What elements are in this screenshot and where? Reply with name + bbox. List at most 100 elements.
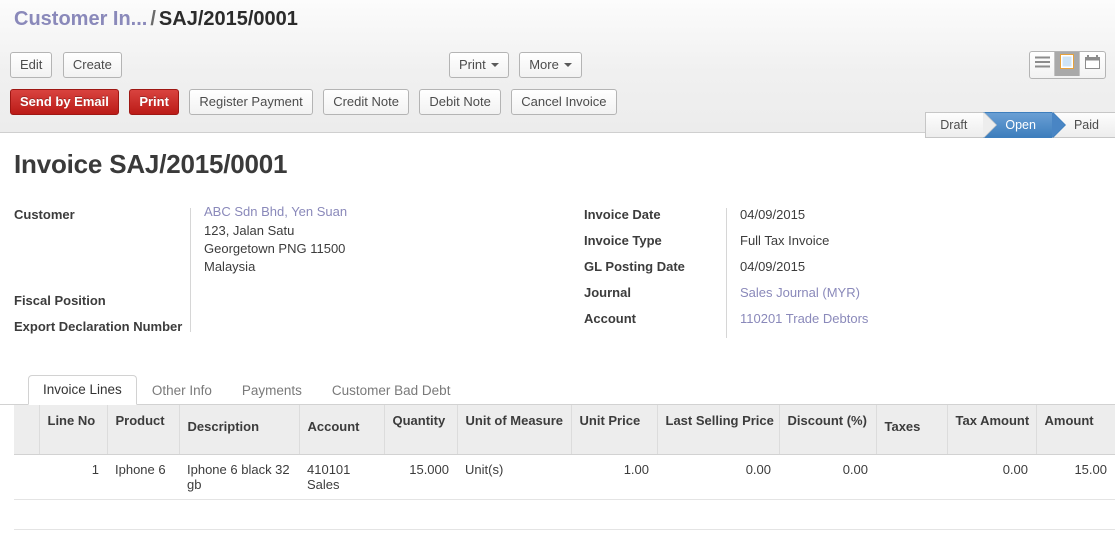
field-label-fiscal-position: Fiscal Position: [14, 288, 190, 314]
invoice-lines-table: Line No Product Description Account Quan…: [14, 405, 1115, 530]
col-header-unit-of-measure[interactable]: Unit of Measure: [457, 405, 571, 455]
table-empty-row[interactable]: [14, 500, 1115, 530]
col-header-handle: [14, 405, 39, 455]
record-sheet: Invoice SAJ/2015/0001 Customer ABC Sdn B…: [0, 133, 1115, 530]
cell-tax-amount: 0.00: [947, 455, 1036, 500]
customer-street: 123, Jalan Satu: [204, 222, 347, 240]
calendar-icon: [1085, 55, 1100, 74]
register-payment-button[interactable]: Register Payment: [189, 89, 312, 115]
field-value-account[interactable]: 110201 Trade Debtors: [726, 306, 868, 332]
print-dropdown-button[interactable]: Print: [449, 52, 509, 78]
field-label-customer: Customer: [14, 202, 190, 228]
cancel-invoice-button[interactable]: Cancel Invoice: [511, 89, 616, 115]
left-column-divider: [190, 208, 191, 332]
col-header-account[interactable]: Account: [299, 405, 384, 455]
col-header-unit-price[interactable]: Unit Price: [571, 405, 657, 455]
field-label-journal: Journal: [570, 280, 726, 306]
cell-description: Iphone 6 black 32 gb: [179, 455, 299, 500]
form-fields-area: Customer ABC Sdn Bhd, Yen Suan 123, Jala…: [0, 180, 1115, 340]
field-fiscal-position: Fiscal Position: [14, 288, 570, 314]
chevron-down-icon: [491, 63, 499, 67]
field-journal: Journal Sales Journal (MYR): [570, 280, 1070, 306]
cell-account: 410101 Sales: [299, 455, 384, 500]
field-label-account: Account: [570, 306, 726, 332]
more-dropdown-label: More: [529, 57, 559, 72]
form-icon: [1060, 54, 1074, 74]
form-view-button[interactable]: [1055, 52, 1080, 76]
field-label-export-declaration-number: Export Declaration Number: [14, 314, 190, 340]
calendar-view-button[interactable]: [1080, 52, 1105, 76]
col-header-product[interactable]: Product: [107, 405, 179, 455]
col-header-discount[interactable]: Discount (%): [779, 405, 876, 455]
col-header-line-no[interactable]: Line No: [39, 405, 107, 455]
table-body: 1 Iphone 6 Iphone 6 black 32 gb 410101 S…: [14, 455, 1115, 530]
empty-row-cell[interactable]: [14, 500, 1115, 530]
tab-payments[interactable]: Payments: [227, 376, 317, 405]
chevron-down-icon: [564, 63, 572, 67]
field-value-invoice-date[interactable]: 04/09/2015: [726, 202, 805, 228]
status-bar: Draft Open Paid: [925, 112, 1115, 138]
cell-account-code: 410101: [307, 462, 376, 477]
row-handle[interactable]: [14, 455, 39, 500]
field-invoice-date: Invoice Date 04/09/2015: [570, 202, 1070, 228]
notebook-tabs: Invoice Lines Other Info Payments Custom…: [0, 376, 1115, 405]
field-gl-posting-date: GL Posting Date 04/09/2015: [570, 254, 1070, 280]
field-label-gl-posting-date: GL Posting Date: [570, 254, 726, 280]
breadcrumb-parent-link[interactable]: Customer In...: [14, 8, 147, 30]
field-label-invoice-date: Invoice Date: [570, 202, 726, 228]
tab-customer-bad-debt[interactable]: Customer Bad Debt: [317, 376, 466, 405]
send-by-email-button[interactable]: Send by Email: [10, 89, 119, 115]
view-switcher: [1029, 51, 1106, 79]
customer-city: Georgetown PNG 11500: [204, 240, 347, 258]
form-column-right: Invoice Date 04/09/2015 Invoice Type Ful…: [570, 202, 1070, 340]
cell-unit-price: 1.00: [571, 455, 657, 500]
field-value-customer[interactable]: ABC Sdn Bhd, Yen Suan 123, Jalan Satu Ge…: [190, 202, 347, 276]
col-header-quantity[interactable]: Quantity: [384, 405, 457, 455]
cell-taxes: [876, 455, 947, 500]
odoo-invoice-form-page: Customer In.../SAJ/2015/0001 Edit Create…: [0, 0, 1115, 534]
field-value-fiscal-position[interactable]: [190, 288, 208, 314]
cell-unit-of-measure: Unit(s): [457, 455, 571, 500]
workflow-buttons-group: Send by Email Print Register Payment Cre…: [10, 89, 623, 115]
customer-country: Malaysia: [204, 258, 347, 276]
field-value-invoice-type[interactable]: Full Tax Invoice: [726, 228, 829, 254]
customer-name-link[interactable]: ABC Sdn Bhd, Yen Suan: [204, 202, 347, 222]
status-draft[interactable]: Draft: [925, 112, 983, 138]
cell-discount: 0.00: [779, 455, 876, 500]
breadcrumb-separator: /: [150, 8, 156, 30]
list-view-button[interactable]: [1030, 52, 1055, 76]
field-label-invoice-type: Invoice Type: [570, 228, 726, 254]
edit-button[interactable]: Edit: [10, 52, 52, 78]
breadcrumb: Customer In.../SAJ/2015/0001: [14, 7, 298, 31]
print-dropdown-label: Print: [459, 57, 486, 72]
col-header-taxes[interactable]: Taxes: [876, 405, 947, 455]
debit-note-button[interactable]: Debit Note: [419, 89, 500, 115]
field-value-export-declaration-number[interactable]: [190, 314, 208, 340]
credit-note-button[interactable]: Credit Note: [323, 89, 409, 115]
record-buttons-group: Edit Create: [10, 52, 128, 78]
cell-amount: 15.00: [1036, 455, 1115, 500]
cell-account-name: Sales: [307, 477, 376, 492]
cell-line-no: 1: [39, 455, 107, 500]
breadcrumb-current: SAJ/2015/0001: [159, 8, 298, 30]
col-header-amount[interactable]: Amount: [1036, 405, 1115, 455]
notebook: Invoice Lines Other Info Payments Custom…: [0, 376, 1115, 530]
col-header-last-selling-price[interactable]: Last Selling Price: [657, 405, 779, 455]
table-row[interactable]: 1 Iphone 6 Iphone 6 black 32 gb 410101 S…: [14, 455, 1115, 500]
invoice-lines-panel: Line No Product Description Account Quan…: [0, 405, 1115, 530]
field-export-declaration-number: Export Declaration Number: [14, 314, 570, 340]
create-button[interactable]: Create: [63, 52, 122, 78]
tab-invoice-lines[interactable]: Invoice Lines: [28, 375, 137, 405]
table-header-row: Line No Product Description Account Quan…: [14, 405, 1115, 455]
col-header-tax-amount[interactable]: Tax Amount: [947, 405, 1036, 455]
field-value-journal[interactable]: Sales Journal (MYR): [726, 280, 860, 306]
print-button[interactable]: Print: [129, 89, 179, 115]
col-header-description[interactable]: Description: [179, 405, 299, 455]
cell-product: Iphone 6: [107, 455, 179, 500]
right-column-divider: [726, 208, 727, 338]
field-value-gl-posting-date[interactable]: 04/09/2015: [726, 254, 805, 280]
tab-other-info[interactable]: Other Info: [137, 376, 227, 405]
field-invoice-type: Invoice Type Full Tax Invoice: [570, 228, 1070, 254]
more-dropdown-button[interactable]: More: [519, 52, 582, 78]
cell-quantity: 15.000: [384, 455, 457, 500]
